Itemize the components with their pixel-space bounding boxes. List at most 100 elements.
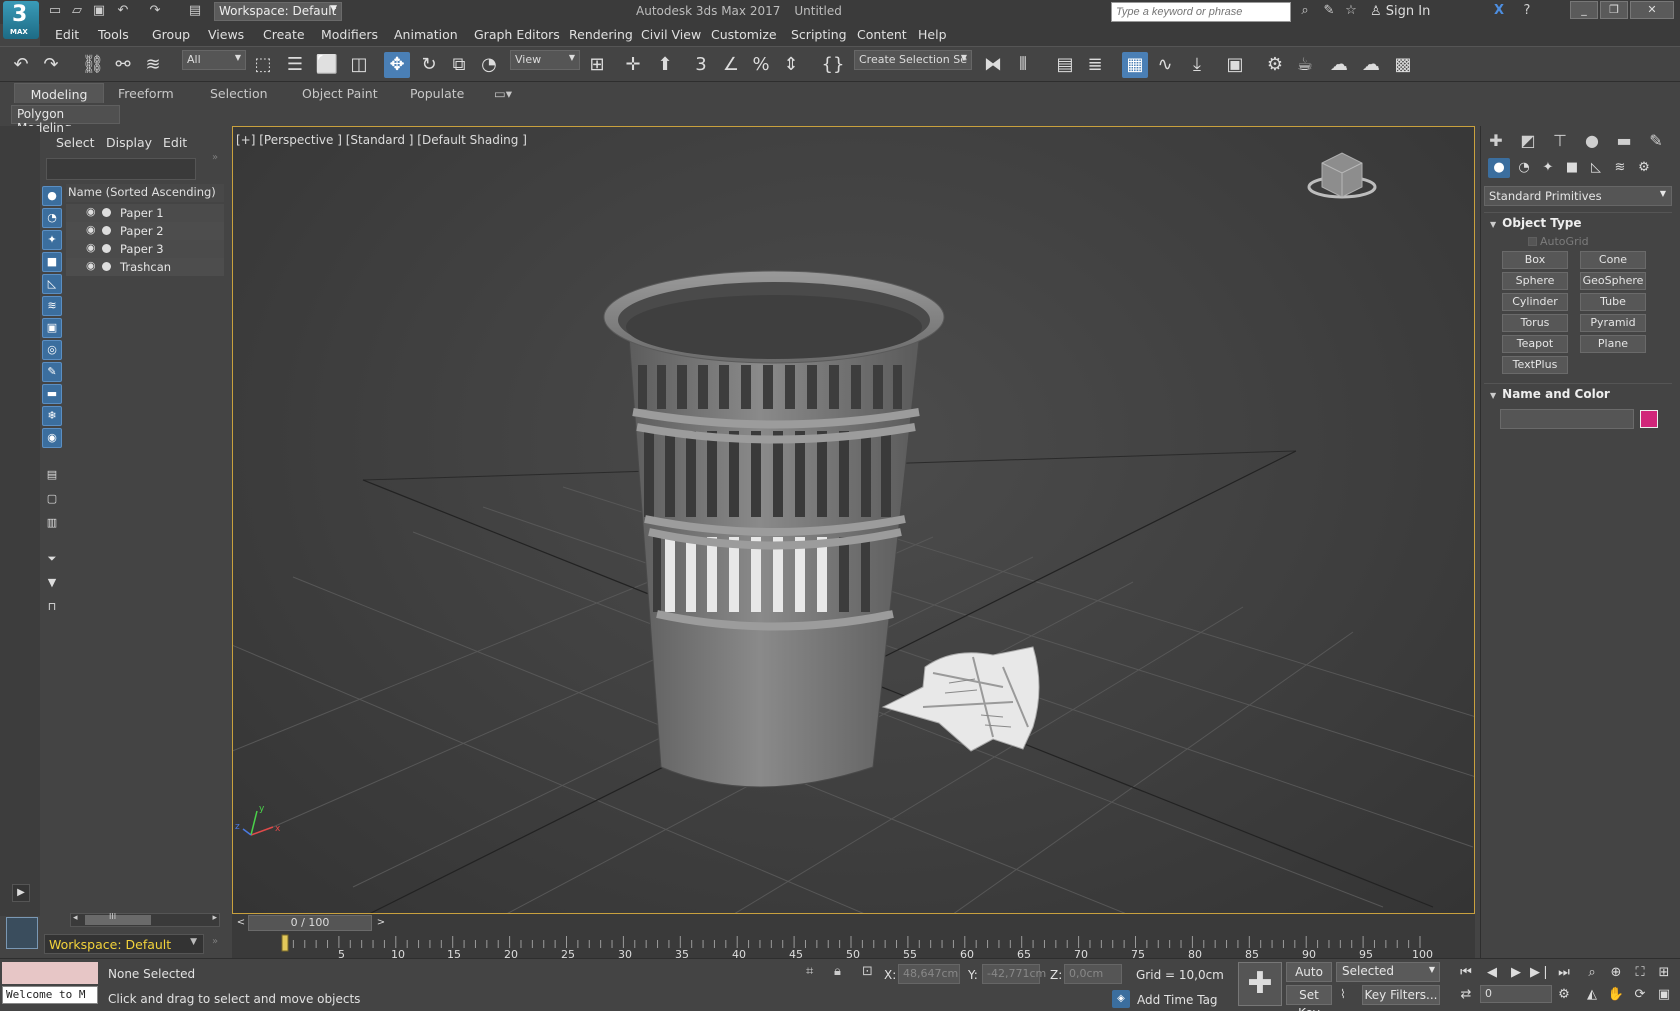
edit-named-selection-icon[interactable]: {} <box>820 52 846 78</box>
mirror-icon[interactable]: ⧓ <box>980 52 1006 78</box>
unlink-icon[interactable]: ⚯ <box>110 52 136 78</box>
hierarchy-panel-tab[interactable]: ⊤ <box>1548 130 1572 152</box>
render-dot-icon[interactable] <box>102 244 111 253</box>
visibility-eye-icon[interactable]: ◉ <box>86 206 98 218</box>
ribbon-panel-polygon-modeling[interactable]: Polygon Modeling <box>11 105 120 135</box>
display-groups-icon[interactable]: ▣ <box>42 318 62 338</box>
select-object-icon[interactable]: ⬚ <box>250 52 276 78</box>
select-and-move-icon[interactable]: ✥ <box>384 52 410 78</box>
window-crossing-icon[interactable]: ◫ <box>346 52 372 78</box>
cone-button[interactable]: Cone <box>1580 251 1646 269</box>
tab-populate[interactable]: Populate <box>400 83 474 103</box>
keyboard-shortcut-override-icon[interactable]: ⬆ <box>652 52 678 78</box>
select-and-place-icon[interactable]: ◔ <box>476 52 502 78</box>
menu-edit[interactable]: Edit <box>55 27 79 42</box>
new-file-icon[interactable]: ▭ <box>46 3 64 19</box>
project-folder-icon[interactable]: ▤ <box>186 3 204 19</box>
menu-create[interactable]: Create <box>263 27 305 42</box>
search-input[interactable] <box>1111 2 1291 22</box>
render-dot-icon[interactable] <box>102 262 111 271</box>
play-icon[interactable]: ▶ <box>1506 964 1526 982</box>
create-panel-tab[interactable]: ✚ <box>1484 130 1508 152</box>
previous-frame-icon[interactable]: ◀ <box>1482 964 1502 982</box>
object-type-rollout[interactable]: ▼ Object Type <box>1484 212 1672 232</box>
align-icon[interactable]: ⫴ <box>1010 52 1036 78</box>
display-geometry-icon[interactable]: ● <box>42 186 62 206</box>
explorer-tab-display[interactable]: Display <box>106 135 152 150</box>
y-coordinate-field[interactable]: -42,771cm <box>982 964 1046 984</box>
visibility-eye-icon[interactable]: ◉ <box>86 260 98 272</box>
render-in-cloud-icon[interactable]: ☁ <box>1358 52 1384 78</box>
snaps-toggle-icon[interactable]: 3 <box>688 52 714 78</box>
tab-object-paint[interactable]: Object Paint <box>292 83 388 103</box>
workspace-dropdown[interactable]: Workspace: Default ▼ <box>214 2 342 21</box>
visibility-eye-icon[interactable]: ◉ <box>86 224 98 236</box>
curve-editor-icon[interactable]: ∿ <box>1152 52 1178 78</box>
favorites-star-icon[interactable]: ☆ <box>1342 3 1360 19</box>
maxscript-listener-input[interactable]: Welcome to M <box>2 986 98 1004</box>
go-to-end-icon[interactable]: ⏭ <box>1554 964 1574 982</box>
list-item[interactable]: ◉ Paper 1 <box>66 204 224 222</box>
undo-icon[interactable]: ↶ <box>114 3 132 19</box>
auto-key-button[interactable]: Auto Key <box>1286 962 1332 997</box>
explorer-horizontal-scrollbar[interactable]: ◂ III ▸ <box>70 912 220 927</box>
time-slider-next-icon[interactable]: > <box>374 915 388 931</box>
rectangular-selection-icon[interactable]: ⬜ <box>314 52 340 78</box>
menu-tools[interactable]: Tools <box>98 27 129 42</box>
explorer-tab-edit[interactable]: Edit <box>163 135 187 150</box>
display-bones-icon[interactable]: ✎ <box>42 362 62 382</box>
binoculars-icon[interactable]: ⌕ <box>1296 3 1314 19</box>
material-editor-icon[interactable]: ▣ <box>1222 52 1248 78</box>
expand-arrow-icon[interactable]: ▶ <box>12 884 30 902</box>
display-none-icon[interactable]: ▤ <box>42 466 62 486</box>
explorer-workspace-dropdown[interactable]: Workspace: Default ▼ <box>44 934 204 954</box>
scroll-left-icon[interactable]: ◂ <box>73 913 78 923</box>
render-setup-icon[interactable]: ⚙ <box>1262 52 1288 78</box>
link-icon[interactable]: ⛓ <box>80 52 106 78</box>
perspective-viewport[interactable]: x y z <box>232 126 1475 914</box>
go-to-start-icon[interactable]: ⏮ <box>1456 964 1476 982</box>
helpers-category-icon[interactable]: ◺ <box>1585 158 1607 178</box>
cameras-category-icon[interactable]: ■ <box>1561 158 1583 178</box>
selection-lock-icon[interactable]: 🔒︎ <box>834 964 841 979</box>
time-slider-prev-icon[interactable]: < <box>234 915 248 931</box>
orbit-icon[interactable]: ⟳ <box>1630 986 1650 1004</box>
time-tag-icon[interactable]: ◈ <box>1112 990 1130 1008</box>
filter-icon[interactable]: ⏷ <box>42 550 62 570</box>
zoom-extents-icon[interactable]: ⛶ <box>1630 964 1650 982</box>
menu-content[interactable]: Content <box>857 27 907 42</box>
maxscript-listener-output[interactable] <box>2 962 98 984</box>
named-selection-dropdown[interactable]: Create Selection Se ▼ <box>854 50 972 70</box>
display-particles-icon[interactable]: ❄ <box>42 406 62 426</box>
display-helpers-icon[interactable]: ◺ <box>42 274 62 294</box>
menu-civil-view[interactable]: Civil View <box>641 27 701 42</box>
percent-snap-icon[interactable]: % <box>748 52 774 78</box>
geosphere-button[interactable]: GeoSphere <box>1580 272 1646 290</box>
menu-modifiers[interactable]: Modifiers <box>321 27 378 42</box>
selection-filter-dropdown[interactable]: All ▼ <box>182 50 246 70</box>
spinner-snap-icon[interactable]: ⇕ <box>778 52 804 78</box>
schematic-view-icon[interactable]: ⤓ <box>1184 52 1210 78</box>
z-coordinate-field[interactable]: 0,0cm <box>1064 964 1122 984</box>
redo-icon[interactable]: ↷ <box>38 52 64 78</box>
list-item[interactable]: ◉ Trashcan <box>66 258 224 276</box>
open-file-icon[interactable]: ▱ <box>68 3 86 19</box>
modify-panel-tab[interactable]: ◩ <box>1516 130 1540 152</box>
key-mode-toggle-icon[interactable]: ⇄ <box>1456 986 1476 1004</box>
key-filters-button[interactable]: Key Filters... <box>1362 985 1440 1005</box>
display-space-warps-icon[interactable]: ≋ <box>42 296 62 316</box>
rendered-frame-window-icon[interactable]: ☕ <box>1292 52 1318 78</box>
display-all-icon[interactable]: ◉ <box>42 428 62 448</box>
layer-explorer-icon[interactable]: ≣ <box>1082 52 1108 78</box>
time-configuration-icon[interactable]: ⚙ <box>1554 986 1574 1004</box>
tab-freeform[interactable]: Freeform <box>108 83 184 103</box>
explorer-column-header[interactable]: Name (Sorted Ascending) <box>66 184 224 202</box>
menu-views[interactable]: Views <box>208 27 244 42</box>
render-production-icon[interactable]: ☁ <box>1326 52 1352 78</box>
add-time-tag[interactable]: Add Time Tag <box>1137 993 1218 1007</box>
autogrid-checkbox[interactable]: AutoGrid <box>1528 235 1589 248</box>
torus-button[interactable]: Torus <box>1502 314 1568 332</box>
zoom-icon[interactable]: ⌕ <box>1582 964 1602 982</box>
scroll-right-icon[interactable]: ▸ <box>212 913 217 923</box>
next-frame-icon[interactable]: ▶❘ <box>1530 964 1551 982</box>
